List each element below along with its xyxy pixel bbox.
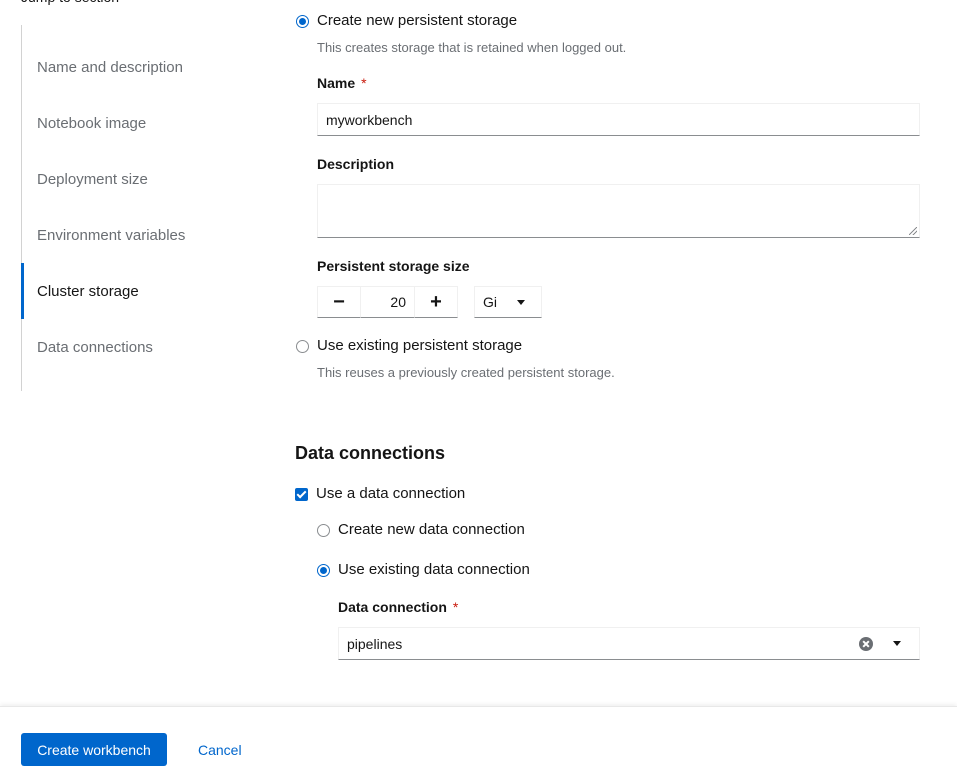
jump-item-environment-variables[interactable]: Environment variables (22, 207, 252, 263)
plus-icon: + (430, 290, 442, 313)
jump-item-data-connections[interactable]: Data connections (22, 319, 252, 375)
use-existing-storage-label[interactable]: Use existing persistent storage (317, 337, 522, 354)
select-controls (859, 636, 901, 651)
use-data-connection-label[interactable]: Use a data connection (316, 485, 465, 502)
cancel-button[interactable]: Cancel (186, 733, 254, 766)
use-existing-connection-radio[interactable] (317, 564, 330, 577)
use-data-connection-checkbox[interactable] (295, 488, 308, 501)
decrement-button[interactable]: − (317, 286, 361, 318)
create-new-storage-helper: This creates storage that is retained wh… (317, 40, 627, 55)
jump-item-notebook-image[interactable]: Notebook image (22, 95, 252, 151)
jump-item-name-and-description[interactable]: Name and description (22, 39, 252, 95)
data-connection-select[interactable]: pipelines (338, 627, 920, 660)
caret-down-icon (517, 299, 525, 305)
required-mark: * (452, 599, 459, 615)
storage-size-input[interactable]: 20 (360, 286, 415, 318)
use-existing-connection-label[interactable]: Use existing data connection (338, 561, 530, 578)
create-workbench-button[interactable]: Create workbench (21, 733, 167, 766)
storage-name-label: Name * (317, 75, 367, 91)
resize-handle-icon[interactable] (909, 227, 917, 235)
required-mark: * (361, 75, 367, 91)
create-new-storage-label[interactable]: Create new persistent storage (317, 12, 517, 29)
jump-item-cluster-storage[interactable]: Cluster storage (21, 263, 251, 319)
data-connection-label: Data connection * (338, 599, 458, 615)
storage-size-value: 20 (390, 294, 406, 310)
storage-unit-value: Gi (483, 294, 497, 310)
increment-button[interactable]: + (414, 286, 458, 318)
storage-description-label: Description (317, 156, 395, 172)
storage-unit-select[interactable]: Gi (474, 286, 542, 318)
minus-icon: − (333, 290, 345, 313)
clear-icon[interactable] (859, 636, 873, 651)
create-new-connection-label[interactable]: Create new data connection (338, 521, 525, 538)
data-connections-heading: Data connections (295, 443, 446, 463)
storage-size-label: Persistent storage size (317, 258, 470, 274)
jump-to-section-title: Jump to section (21, 0, 119, 5)
jump-to-section-nav: Name and description Notebook image Depl… (21, 25, 261, 391)
data-connection-value: pipelines (347, 635, 403, 652)
use-existing-storage-helper: This reuses a previously created persist… (317, 365, 615, 380)
use-existing-storage-radio[interactable] (296, 340, 309, 353)
data-connection-label-text: Data connection (338, 599, 447, 615)
storage-description-textarea[interactable] (317, 184, 920, 238)
storage-name-label-text: Name (317, 75, 356, 91)
create-new-storage-radio[interactable] (296, 15, 309, 28)
create-new-connection-radio[interactable] (317, 524, 330, 537)
form-footer: Create workbench Cancel (0, 706, 957, 773)
caret-down-icon[interactable] (893, 641, 901, 646)
storage-name-value: myworkbench (326, 111, 413, 128)
storage-name-input[interactable]: myworkbench (317, 103, 920, 136)
jump-item-deployment-size[interactable]: Deployment size (22, 151, 252, 207)
